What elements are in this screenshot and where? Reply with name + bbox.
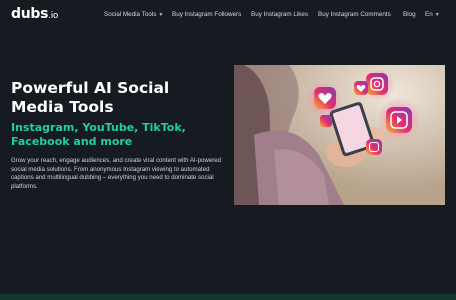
hero-description: Grow your reach, engage audiences, and c… (11, 157, 222, 191)
instagram-icon (366, 73, 388, 95)
hero-image (234, 65, 445, 205)
nav-buy-instagram-comments[interactable]: Buy Instagram Comments (318, 11, 403, 18)
site-logo[interactable]: dubs.io (11, 6, 58, 22)
section-divider (0, 294, 456, 300)
nav-social-media-tools-label: Social Media Tools (104, 11, 157, 18)
chevron-down-icon: ▼ (434, 12, 440, 18)
logo-tld-text: .io (48, 11, 59, 21)
top-navigation-bar: dubs.io Social Media Tools ▼ Buy Instagra… (0, 0, 456, 30)
nav-blog[interactable]: Blog (403, 11, 425, 18)
language-selector[interactable]: En ▼ (425, 11, 440, 18)
nav-buy-instagram-followers[interactable]: Buy Instagram Followers (172, 11, 251, 18)
chevron-down-icon: ▼ (158, 12, 164, 18)
heart-icon (314, 87, 336, 109)
hero-subtitle: Instagram, YouTube, TikTok, Facebook and… (11, 121, 186, 148)
main-nav: Social Media Tools ▼ Buy Instagram Follow… (104, 11, 440, 18)
nav-social-media-tools[interactable]: Social Media Tools ▼ (104, 11, 172, 18)
language-label: En (425, 11, 433, 18)
logo-main-text: dubs (11, 6, 49, 22)
nav-buy-instagram-likes[interactable]: Buy Instagram Likes (251, 11, 318, 18)
reels-icon (386, 107, 412, 133)
hero-title: Powerful AI Social Media Tools (11, 79, 170, 116)
